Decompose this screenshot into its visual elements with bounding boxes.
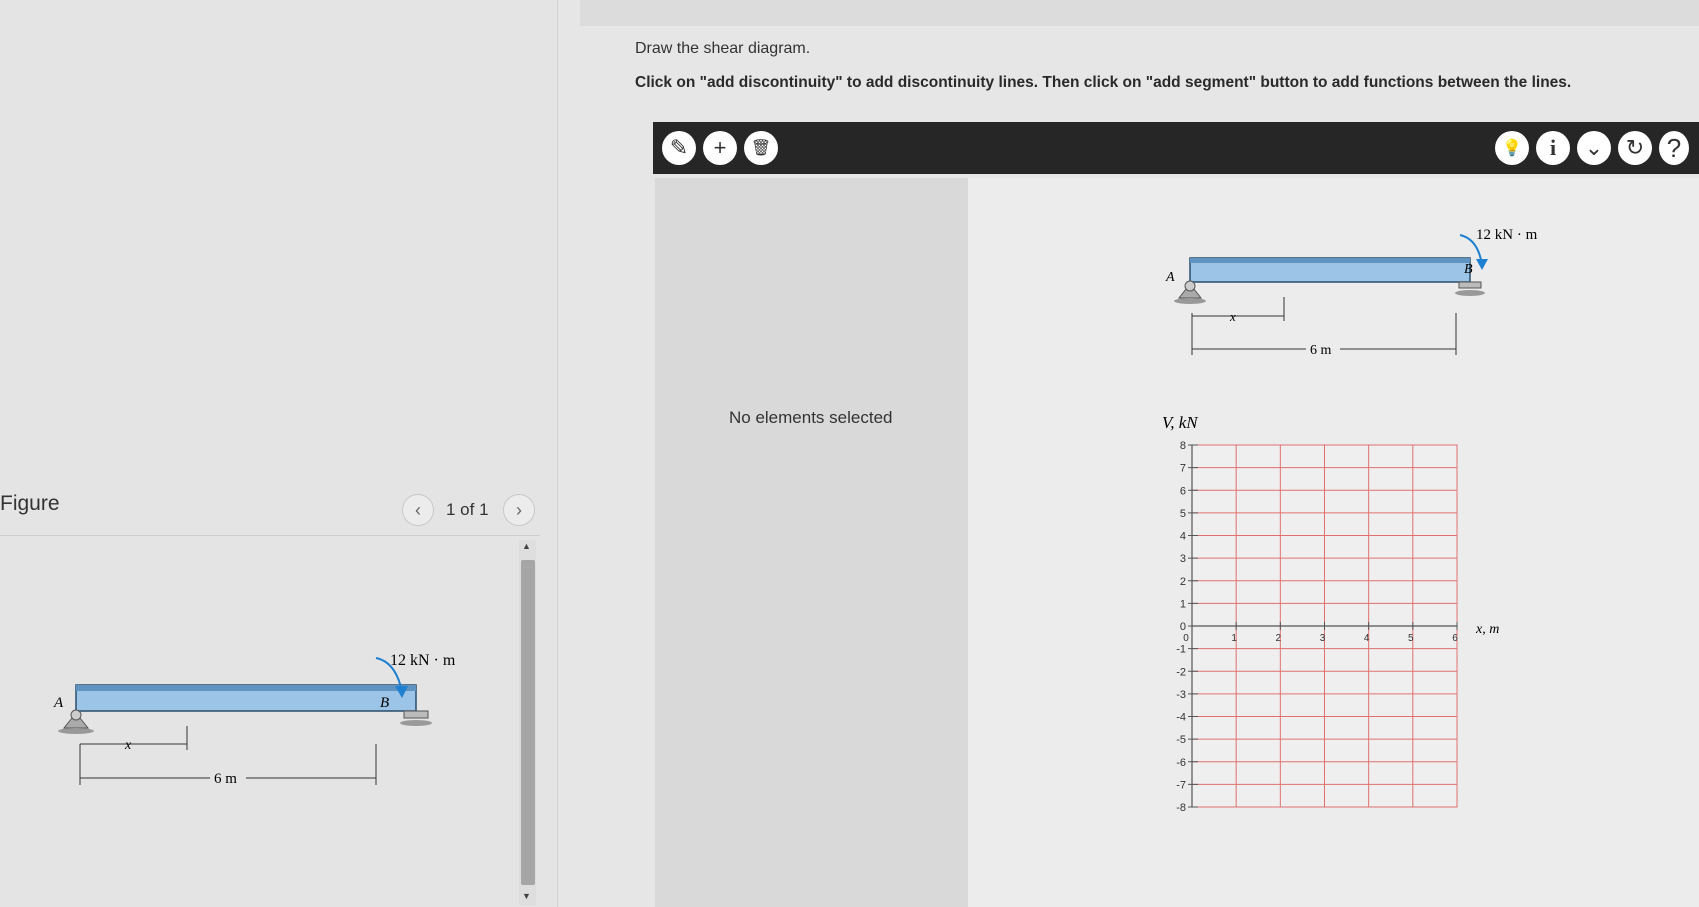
label-b: B bbox=[380, 695, 389, 711]
y-tick-label: 8 bbox=[1180, 440, 1186, 452]
top-strip bbox=[580, 0, 1699, 26]
x-tick-label: 6 bbox=[1452, 633, 1458, 644]
beam bbox=[75, 684, 417, 712]
scroll-up-icon[interactable]: ▲ bbox=[522, 541, 531, 551]
x-tick-label: 3 bbox=[1320, 633, 1326, 644]
y-tick-label: 2 bbox=[1180, 576, 1186, 588]
expand-button[interactable]: ⌄ bbox=[1577, 131, 1611, 165]
y-tick-label: 5 bbox=[1180, 508, 1186, 520]
plus-icon: + bbox=[713, 135, 727, 160]
info-button[interactable]: i bbox=[1536, 131, 1570, 165]
help-button[interactable]: ? bbox=[1659, 131, 1689, 165]
y-tick-label: 6 bbox=[1180, 485, 1186, 497]
lightbulb-icon: 💡 bbox=[1502, 140, 1522, 157]
reset-button[interactable]: ↻ bbox=[1618, 131, 1652, 165]
moment-arrowhead bbox=[1476, 259, 1488, 270]
pager-text: 1 of 1 bbox=[446, 500, 489, 519]
panel-divider bbox=[557, 0, 558, 907]
span-label: 6 m bbox=[214, 771, 237, 787]
divider bbox=[0, 535, 540, 536]
x-tick-label: 1 bbox=[1231, 633, 1237, 644]
x-axis-label: x, m bbox=[1475, 622, 1499, 637]
label-a: A bbox=[53, 695, 64, 711]
no-elements-text: No elements selected bbox=[729, 408, 893, 427]
help-icon: ? bbox=[1666, 132, 1682, 163]
shear-diagram-chart[interactable]: V, kN x, m 876543210-1-2-3-4-5-6-7-80 1 2 3… bbox=[1150, 400, 1530, 820]
pin-support-a bbox=[58, 709, 94, 734]
y-tick-label: 4 bbox=[1180, 531, 1186, 543]
beam-figure-left: A B 12 kN · m x 6 m bbox=[53, 652, 456, 787]
y-tick-label: -4 bbox=[1176, 712, 1186, 724]
instruction-title: Draw the shear diagram. bbox=[635, 40, 811, 57]
y-tick-label: 1 bbox=[1180, 598, 1186, 610]
label-b: B bbox=[1464, 262, 1473, 277]
y-tick-label: 3 bbox=[1180, 553, 1186, 565]
x-tick-label: 0 bbox=[1183, 633, 1189, 644]
properties-panel bbox=[655, 178, 968, 907]
x-tick-label: 2 bbox=[1276, 633, 1282, 644]
chevron-down-icon: ⌄ bbox=[1584, 135, 1604, 160]
drawing-toolbar: ✎ + 🗑 💡 i ⌄ ↻ ? bbox=[653, 122, 1699, 174]
beam bbox=[1189, 257, 1471, 283]
y-tick-label: 7 bbox=[1180, 463, 1186, 475]
roller-support-b bbox=[400, 710, 432, 726]
pencil-plus-icon: ✎ bbox=[669, 135, 689, 160]
delete-button[interactable]: 🗑 bbox=[744, 131, 778, 165]
y-tick-label: -1 bbox=[1176, 644, 1186, 656]
figure-scrollbar-thumb[interactable] bbox=[521, 560, 535, 885]
y-tick-label: -8 bbox=[1176, 802, 1186, 814]
x-label: x bbox=[124, 738, 132, 753]
x-tick-label: 4 bbox=[1364, 633, 1370, 644]
label-a: A bbox=[1165, 270, 1175, 285]
y-tick-label: -7 bbox=[1176, 779, 1186, 791]
pin-support-a bbox=[1174, 280, 1206, 304]
beam-figure-right: A B 12 kN · m x 6 m bbox=[1165, 227, 1538, 358]
moment-label: 12 kN · m bbox=[1476, 227, 1538, 243]
scroll-down-icon[interactable]: ▼ bbox=[522, 891, 531, 901]
y-tick-label: 0 bbox=[1180, 621, 1186, 633]
pager-next-button[interactable]: › bbox=[503, 494, 535, 526]
instruction-text: Click on "add discontinuity" to add disc… bbox=[635, 74, 1572, 91]
chevron-right-icon: › bbox=[516, 499, 522, 520]
info-icon: i bbox=[1549, 135, 1557, 160]
reset-icon: ↻ bbox=[1625, 135, 1645, 160]
roller-support-b bbox=[1455, 281, 1485, 296]
add-segment-button[interactable]: + bbox=[703, 131, 737, 165]
chevron-left-icon: ‹ bbox=[415, 499, 421, 520]
hint-button[interactable]: 💡 bbox=[1495, 131, 1529, 165]
y-tick-label: -2 bbox=[1176, 666, 1186, 678]
y-tick-label: -3 bbox=[1176, 689, 1186, 701]
span-label: 6 m bbox=[1310, 343, 1332, 358]
pager-prev-button[interactable]: ‹ bbox=[402, 494, 434, 526]
y-tick-label: -6 bbox=[1176, 757, 1186, 769]
trash-icon: 🗑 bbox=[750, 140, 772, 157]
x-tick-label: 5 bbox=[1408, 633, 1414, 644]
figure-title: Figure bbox=[0, 492, 60, 515]
moment-label: 12 kN · m bbox=[390, 652, 456, 669]
add-discontinuity-button[interactable]: ✎ bbox=[662, 131, 696, 165]
y-axis-label: V, kN bbox=[1162, 413, 1199, 432]
y-tick-label: -5 bbox=[1176, 734, 1186, 746]
x-label: x bbox=[1229, 309, 1236, 324]
